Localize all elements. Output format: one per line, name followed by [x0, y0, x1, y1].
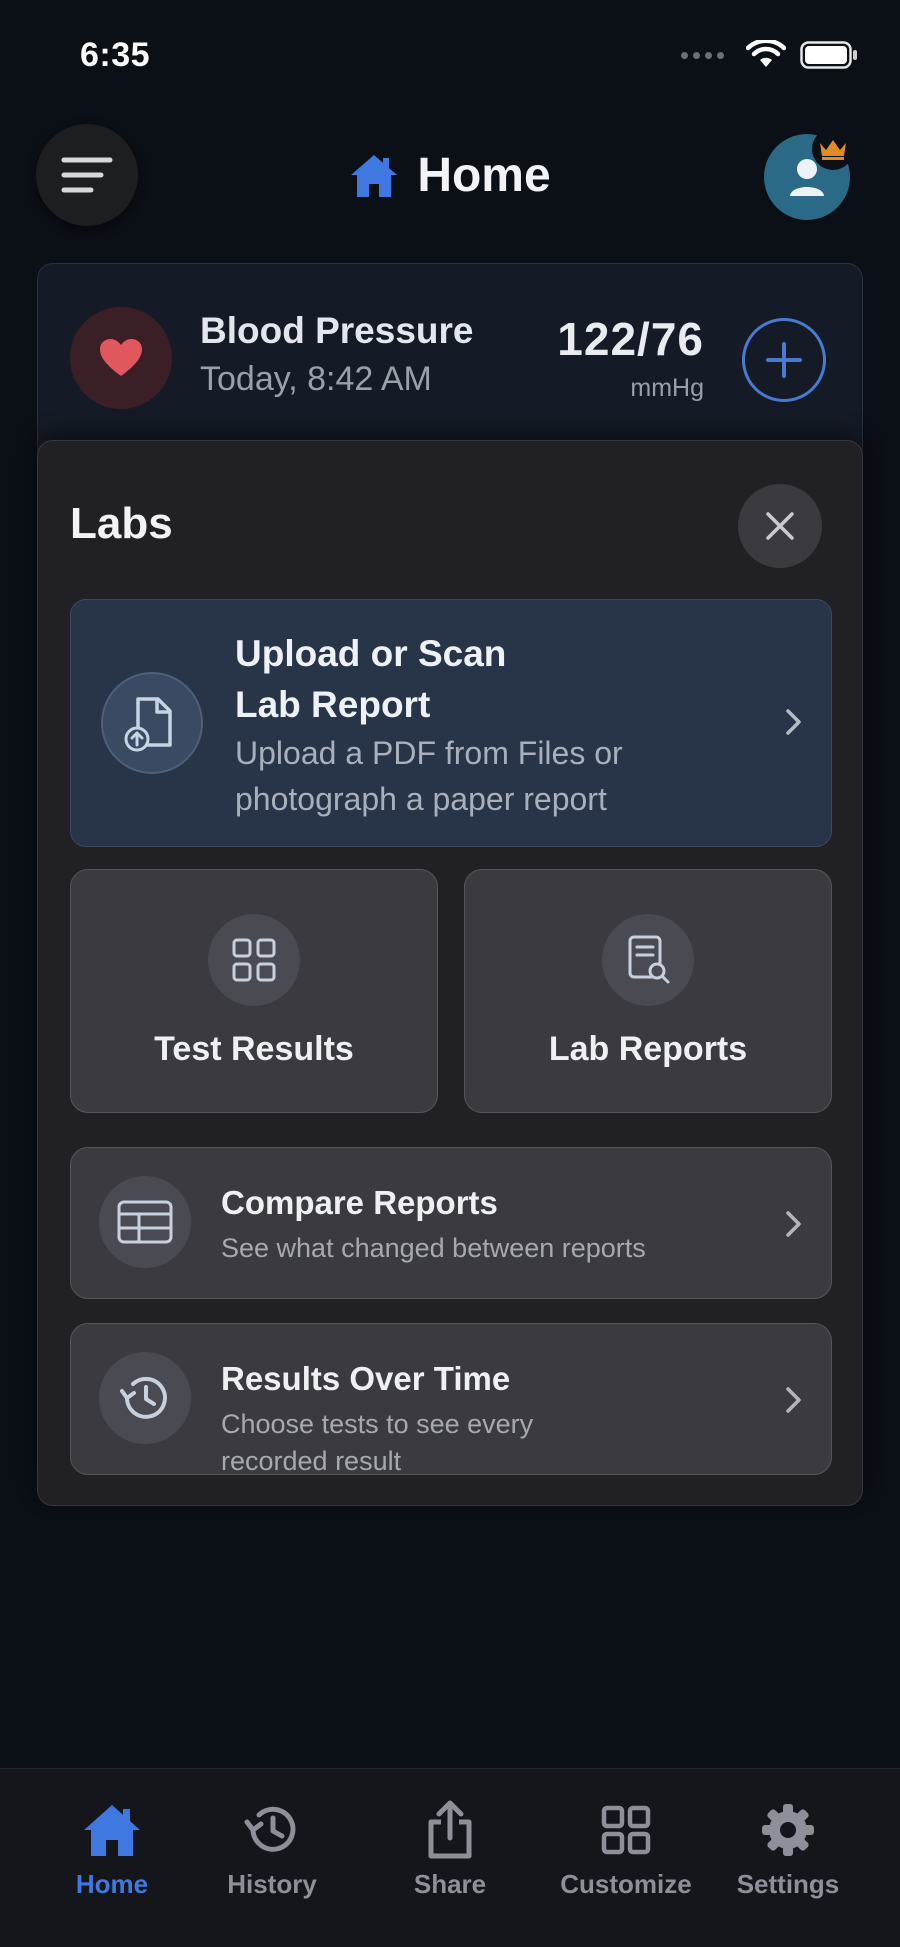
results-over-time-badge [99, 1352, 191, 1444]
bp-unit: mmHg [630, 374, 704, 402]
crown-icon [820, 140, 846, 160]
upload-description: Upload a PDF from Files or photograph a … [235, 735, 623, 817]
tab-customize[interactable]: Customize [546, 1799, 706, 1909]
history-icon [244, 1806, 296, 1852]
tab-history-label: History [227, 1869, 317, 1899]
lab-reports-badge [602, 914, 694, 1006]
battery-icon [800, 41, 857, 69]
share-icon [428, 1800, 472, 1859]
close-button[interactable] [738, 484, 822, 568]
history-icon [120, 1376, 167, 1419]
tab-bar: Home History Share Customize Settings [0, 1768, 900, 1947]
chevron-right-icon [786, 709, 801, 735]
upload-title: Upload or Scan Lab Report [235, 628, 635, 730]
labs-title: Labs [70, 499, 173, 548]
gear-icon [762, 1804, 814, 1856]
table-icon [117, 1200, 173, 1244]
heart-badge [70, 307, 172, 409]
heart-icon [100, 339, 142, 376]
home-icon [84, 1805, 140, 1856]
cellular-signal-icon [681, 51, 724, 59]
tab-home-label: Home [75, 1869, 149, 1899]
tab-share-label: Share [413, 1869, 487, 1899]
bp-value: 122/76 [557, 313, 704, 365]
document-upload-icon [124, 697, 172, 752]
status-bar: 6:35 [0, 0, 900, 110]
app-header: Home [0, 120, 900, 230]
upload-document-badge [101, 672, 203, 774]
tab-home[interactable]: Home [32, 1799, 192, 1909]
chevron-right-icon [786, 1387, 801, 1413]
status-time: 6:35 [80, 36, 151, 74]
results-over-time-row[interactable]: Results Over Time Choose tests to see ev… [70, 1323, 832, 1476]
compare-reports-badge [99, 1176, 191, 1268]
test-results-tile[interactable]: Test Results [70, 869, 438, 1113]
tab-customize-label: Customize [560, 1869, 692, 1899]
tab-settings[interactable]: Settings [708, 1799, 868, 1909]
bp-title: Blood Pressure [200, 310, 474, 351]
crown-badge [812, 128, 854, 170]
grid-icon [232, 938, 276, 982]
home-icon [351, 154, 398, 197]
bp-timestamp: Today, 8:42 AM [200, 360, 432, 398]
results-over-time-description: Choose tests to see every recorded resul… [221, 1409, 534, 1476]
close-icon [766, 512, 794, 540]
chevron-right-icon [786, 1211, 801, 1237]
test-results-label: Test Results [154, 1030, 354, 1068]
add-reading-button[interactable] [742, 318, 826, 402]
upload-lab-report-card[interactable]: Upload or Scan Lab Report Upload a PDF f… [70, 599, 832, 847]
test-results-badge [208, 914, 300, 1006]
labs-sheet: Labs Upload or Scan Lab Report Upload a … [37, 440, 863, 1506]
upload-title-line1: Upload or Scan [235, 633, 507, 674]
compare-reports-row[interactable]: Compare Reports See what changed between… [70, 1147, 832, 1299]
tab-history[interactable]: History [192, 1799, 352, 1909]
document-search-icon [628, 935, 670, 984]
tab-share[interactable]: Share [370, 1799, 530, 1909]
compare-reports-description: See what changed between reports [221, 1233, 646, 1263]
tab-settings-label: Settings [736, 1869, 840, 1899]
profile-avatar[interactable] [764, 128, 854, 220]
page-title-text: Home [417, 149, 551, 202]
results-over-time-title: Results Over Time [221, 1360, 511, 1397]
lab-reports-tile[interactable]: Lab Reports [464, 869, 832, 1113]
lab-reports-label: Lab Reports [548, 1030, 748, 1068]
wifi-icon [746, 40, 786, 67]
plus-icon [766, 342, 802, 378]
compare-reports-title: Compare Reports [221, 1184, 498, 1221]
grid-icon [601, 1805, 651, 1855]
blood-pressure-card[interactable]: Blood Pressure Today, 8:42 AM 122/76 mmH… [37, 263, 863, 463]
upload-title-line2: Lab Report [235, 684, 431, 725]
status-indicators [681, 40, 858, 70]
